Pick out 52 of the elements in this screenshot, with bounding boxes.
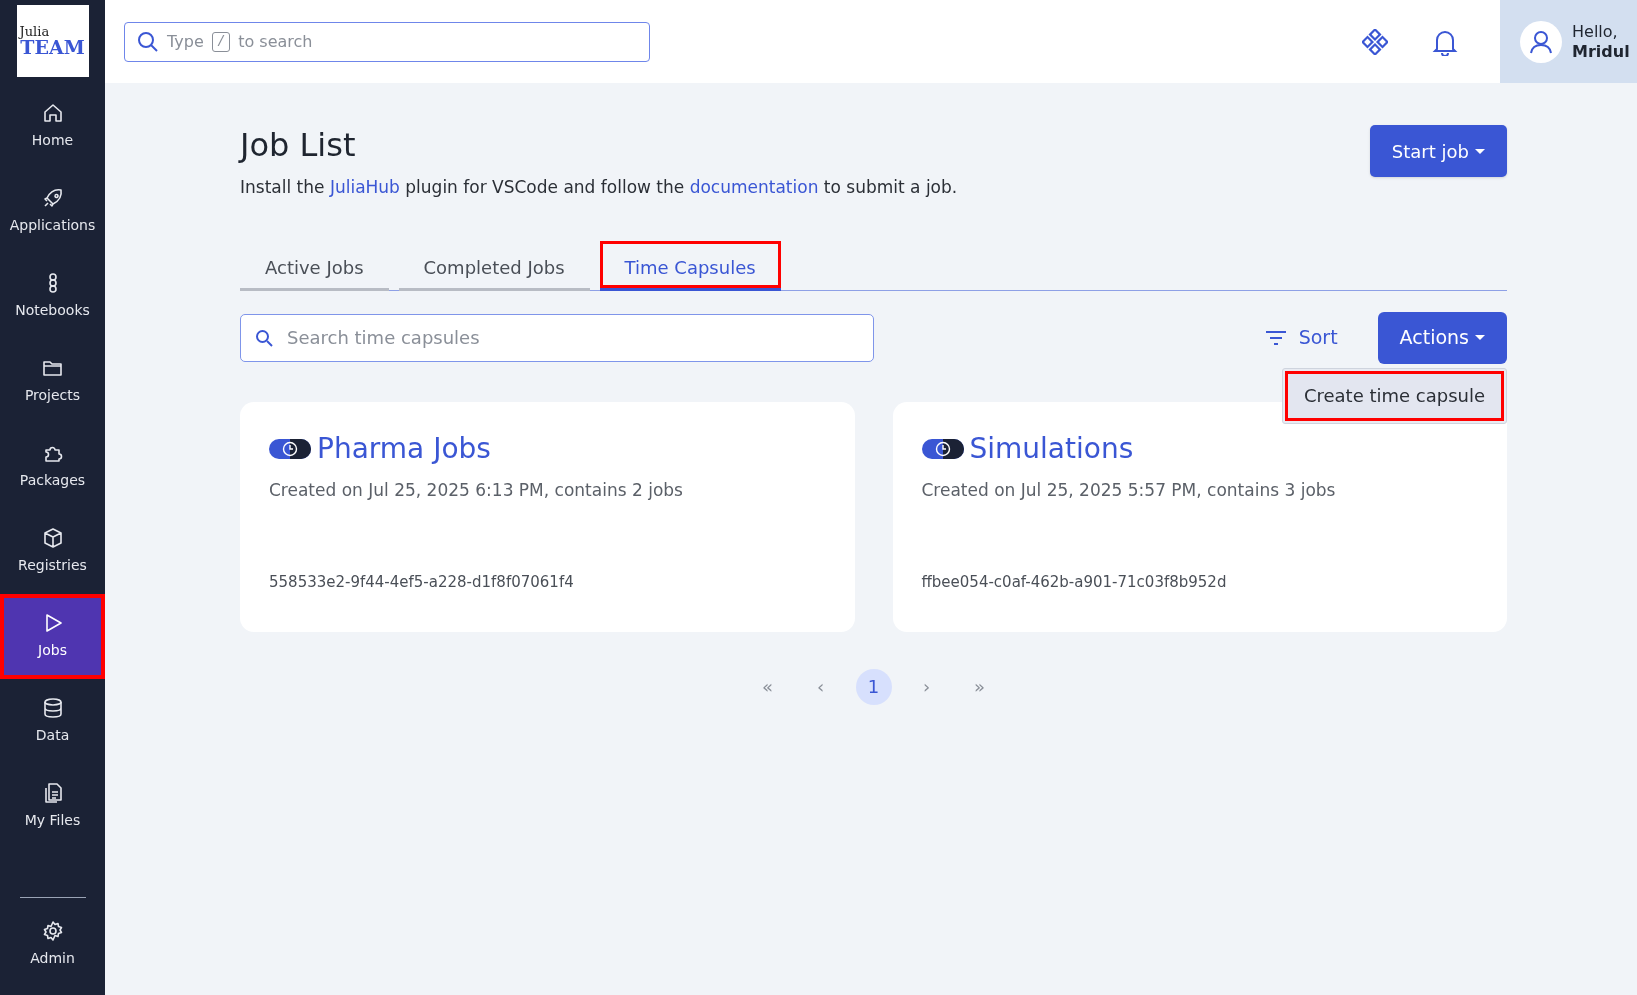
tab[interactable]: Completed Jobs	[398, 240, 590, 291]
caret-icon	[1475, 335, 1485, 340]
rocket-icon	[41, 187, 64, 209]
search-icon	[137, 30, 159, 53]
capsule-info: Created on Jul 25, 2025 5:57 PM, contains 3 jobs	[921, 478, 1337, 502]
sidebar-item[interactable]: Applications	[0, 169, 105, 254]
sidebar-item[interactable]: My Files	[0, 764, 105, 849]
filter-icon	[1264, 330, 1287, 345]
sidebar-item[interactable]: Admin	[0, 902, 105, 987]
sidebar-item[interactable]: Packages	[0, 424, 105, 509]
database-icon	[41, 697, 64, 719]
key-hint: /	[211, 31, 231, 52]
caret-icon	[1475, 148, 1485, 154]
tab[interactable]: Active Jobs	[240, 240, 389, 291]
placeholder-text: Type	[167, 30, 204, 53]
capsule-icon	[921, 438, 964, 459]
capsule-card[interactable]: Pharma Jobs Created on Jul 25, 2025 6:13 PM, contains 2 jobs 558533e2-9f44-4ef5-a228-d1f8f07061f4	[240, 401, 855, 632]
placeholder-text: to search	[238, 30, 313, 53]
sidebar-item[interactable]: Data	[0, 679, 105, 764]
sidebar-item[interactable]: Registries	[0, 509, 105, 594]
page-title: Job List	[240, 125, 357, 166]
user-name: Mridul	[1572, 41, 1630, 62]
greeting-text: Hello,	[1572, 21, 1619, 42]
home-icon	[41, 102, 64, 124]
link[interactable]: JuliaHub	[329, 177, 400, 197]
capsule-id: ffbee054-c0af-462b-a901-71c03f8b952d	[921, 572, 1228, 593]
menu-item[interactable]: Create time capsule	[1285, 370, 1504, 421]
actions-button[interactable]: Actions	[1377, 311, 1507, 364]
settings-icon	[41, 920, 64, 942]
page-description: Install the JuliaHub plugin for VSCode and follow the documentation to submit a job.	[240, 176, 958, 199]
tab[interactable]: Time Capsules	[599, 240, 781, 291]
cube-icon	[41, 527, 64, 549]
logo[interactable]: Julia TEAM	[16, 5, 89, 77]
sort-button[interactable]: Sort	[1264, 323, 1338, 352]
user-panel[interactable]: Hello, Mridul	[1500, 0, 1637, 83]
search-icon	[255, 328, 273, 347]
capsule-id: 558533e2-9f44-4ef5-a228-d1f8f07061f4	[269, 572, 575, 593]
capsule-name[interactable]: Simulations	[969, 427, 1134, 470]
avatar-icon	[1520, 20, 1562, 63]
capsule-icon	[269, 438, 311, 459]
sidebar-item[interactable]: Projects	[0, 339, 105, 424]
search-input[interactable]: Search time capsules	[287, 324, 859, 351]
link[interactable]: documentation	[689, 177, 819, 197]
diamond-icon[interactable]	[1362, 28, 1388, 55]
capsule-info: Created on Jul 25, 2025 6:13 PM, contains 2 jobs	[269, 478, 684, 502]
capsule-name[interactable]: Pharma Jobs	[317, 427, 491, 470]
sidebar-item[interactable]: Notebooks	[0, 254, 105, 339]
sidebar-item[interactable]: Home	[0, 84, 105, 169]
sidebar-item[interactable]: Jobs	[0, 594, 105, 679]
start-job-button[interactable]: Start job	[1369, 125, 1507, 177]
capsule-search-field[interactable]: Search time capsules	[240, 313, 874, 362]
page-link[interactable]: 1	[855, 668, 892, 705]
